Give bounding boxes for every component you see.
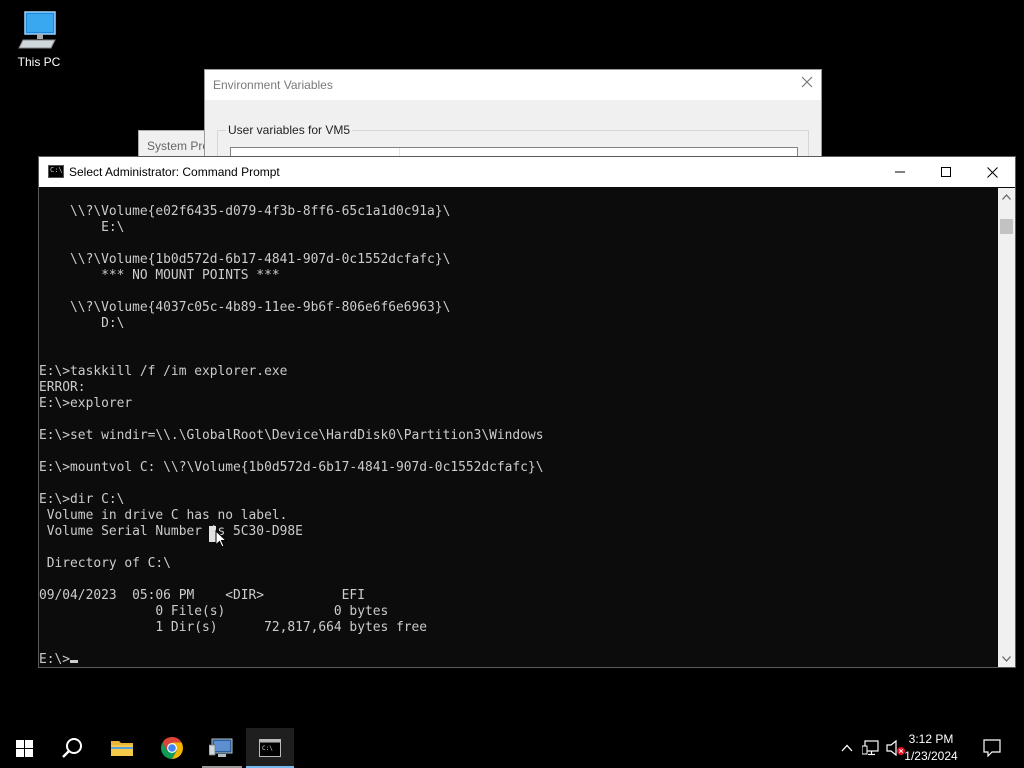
window-title: Select Administrator: Command Prompt	[69, 165, 280, 179]
console-line: \\?\Volume{4037c05c-4b89-11ee-9b6f-806e6…	[39, 300, 451, 315]
clock-time: 3:12 PM	[908, 732, 954, 746]
chrome-icon	[161, 737, 183, 759]
taskbar: C:\ 3:12 PM 1/23/2024	[0, 728, 1024, 768]
search-button[interactable]	[48, 728, 96, 768]
window-title: System Pro	[147, 139, 210, 153]
console-line: E:\>dir C:\	[39, 492, 125, 507]
console-line: E:\>mountvol C: \\?\Volume{1b0d572d-6b17…	[39, 460, 544, 475]
show-hidden-icons-button[interactable]	[836, 728, 858, 768]
console-line: *** NO MOUNT POINTS ***	[39, 268, 280, 283]
console-line: ERROR:	[39, 380, 86, 395]
minimize-icon	[895, 171, 905, 173]
console-line: \\?\Volume{1b0d572d-6b17-4841-907d-0c155…	[39, 252, 451, 267]
console-output[interactable]: \\?\Volume{e02f6435-d079-4f3b-8ff6-65c1a…	[39, 188, 998, 667]
scroll-thumb[interactable]	[1000, 219, 1013, 234]
console-line: D:\	[39, 316, 125, 331]
chevron-down-icon	[1002, 655, 1011, 662]
search-icon	[62, 738, 82, 758]
chevron-up-icon	[841, 744, 853, 752]
console-line: E:\>explorer	[39, 396, 133, 411]
clock[interactable]: 3:12 PM 1/23/2024	[896, 731, 966, 765]
close-icon	[986, 166, 998, 178]
scroll-down-button[interactable]	[998, 650, 1015, 667]
network-tray-button[interactable]	[860, 728, 882, 768]
desktop-icon-this-pc[interactable]: This PC	[12, 10, 66, 69]
console-line: E:\>set windir=\\.\GlobalRoot\Device\Har…	[39, 428, 544, 443]
console-line: E:\	[39, 220, 125, 235]
text-cursor	[70, 660, 79, 663]
title-bar[interactable]: Environment Variables	[205, 70, 821, 100]
console-line: \\?\Volume{e02f6435-d079-4f3b-8ff6-65c1a…	[39, 204, 451, 219]
console-line: 09/04/2023 05:06 PM <DIR> EFI	[39, 588, 365, 603]
scroll-up-button[interactable]	[998, 188, 1015, 205]
start-button[interactable]	[0, 728, 48, 768]
console-line: E:\>taskkill /f /im explorer.exe	[39, 364, 288, 379]
close-icon	[801, 76, 813, 88]
chrome-button[interactable]	[148, 728, 196, 768]
command-prompt-window[interactable]: C:\ Select Administrator: Command Prompt…	[38, 156, 1016, 668]
mouse-pointer-icon	[215, 530, 227, 548]
cmd-app-icon: C:\	[48, 165, 64, 178]
network-icon	[862, 740, 879, 756]
maximize-button[interactable]	[923, 157, 969, 187]
close-button[interactable]	[969, 157, 1015, 187]
action-center-button[interactable]	[976, 728, 1008, 768]
svg-text:C:\: C:\	[262, 745, 273, 752]
desktop-icon-label: This PC	[17, 55, 61, 69]
console-line: 1 Dir(s) 72,817,664 bytes free	[39, 620, 428, 635]
computer-icon	[18, 11, 56, 49]
maximize-icon	[941, 167, 951, 177]
clock-date: 1/23/2024	[904, 749, 958, 763]
console-line: Volume Serial Number is 5C30-D98E	[39, 524, 303, 539]
window-title: Environment Variables	[213, 78, 333, 92]
folder-icon	[111, 741, 133, 756]
windows-logo-icon	[15, 739, 33, 757]
title-bar[interactable]: C:\ Select Administrator: Command Prompt	[39, 157, 1015, 187]
group-label: User variables for VM5	[226, 123, 353, 137]
console-line: Volume in drive C has no label.	[39, 508, 288, 523]
minimize-button[interactable]	[877, 157, 923, 187]
console-prompt: E:\>	[39, 652, 71, 667]
chevron-up-icon	[1002, 193, 1011, 200]
console-line: 0 File(s) 0 bytes	[39, 604, 389, 619]
vertical-scrollbar[interactable]	[998, 188, 1015, 667]
cmd-taskbar-button[interactable]: C:\	[246, 728, 294, 768]
cmd-icon: C:\	[259, 739, 281, 757]
remote-app-button[interactable]	[198, 728, 246, 768]
monitor-icon	[209, 738, 233, 757]
file-explorer-button[interactable]	[98, 728, 146, 768]
close-button[interactable]	[801, 75, 813, 93]
notification-icon	[983, 739, 1001, 757]
console-line: Directory of C:\	[39, 556, 171, 571]
